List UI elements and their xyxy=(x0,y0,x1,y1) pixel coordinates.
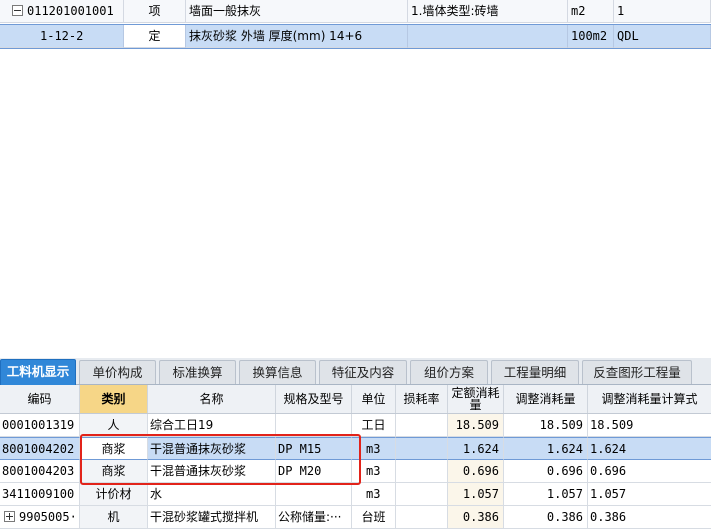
cell-adjusted[interactable]: 18.509 xyxy=(504,414,588,437)
top-unit-cell: m2 xyxy=(568,0,614,23)
tab-pricing-scheme[interactable]: 组价方案 xyxy=(410,360,488,384)
cell-code: 8001004203 xyxy=(0,460,80,483)
cell-name[interactable]: 干混普通抹灰砂浆 xyxy=(148,437,276,460)
cell-spec[interactable]: 公称储量:··· xyxy=(276,506,352,529)
top-qty-cell: QDL xyxy=(614,25,711,48)
cell-formula[interactable]: 18.509 xyxy=(588,414,711,437)
col-adjusted[interactable]: 调整消耗量 xyxy=(504,385,588,413)
cell-unit: m3 xyxy=(352,460,396,483)
cell-loss[interactable] xyxy=(396,483,448,506)
cell-name[interactable]: 水 xyxy=(148,483,276,506)
tab-standard-conversion[interactable]: 标准换算 xyxy=(159,360,236,384)
top-qty-cell: 1 xyxy=(614,0,711,23)
cell-formula[interactable]: 0.696 xyxy=(588,460,711,483)
col-unit[interactable]: 单位 xyxy=(352,385,396,413)
tab-features[interactable]: 特征及内容 xyxy=(319,360,407,384)
tab-unit-price[interactable]: 单价构成 xyxy=(79,360,156,384)
cell-formula[interactable]: 0.386 xyxy=(588,506,711,529)
top-unit-cell: 100m2 xyxy=(568,25,614,48)
top-name-cell: 墙面一般抹灰 xyxy=(186,0,408,23)
cell-quota: 18.509 xyxy=(448,414,504,437)
cell-adjusted[interactable]: 1.624 xyxy=(504,437,588,460)
tab-reverse-lookup[interactable]: 反查图形工程量 xyxy=(582,360,692,384)
cell-spec[interactable] xyxy=(276,483,352,506)
table-row[interactable]: 8001004203 商浆 干混普通抹灰砂浆 DP M20 m3 0.696 0… xyxy=(0,460,711,483)
cell-name[interactable]: 干混砂浆罐式搅拌机 xyxy=(148,506,276,529)
top-type-cell: 项 xyxy=(124,0,186,23)
col-type[interactable]: 类别 xyxy=(80,385,148,413)
cell-formula[interactable]: 1.057 xyxy=(588,483,711,506)
cell-unit: 台班 xyxy=(352,506,396,529)
cell-spec[interactable]: DP M20 xyxy=(276,460,352,483)
top-code-cell: 1-12-2 xyxy=(0,25,124,48)
cell-quota: 1.624 xyxy=(448,437,504,460)
expand-icon[interactable] xyxy=(4,511,15,522)
cell-quota: 0.386 xyxy=(448,506,504,529)
cell-name[interactable]: 干混普通抹灰砂浆 xyxy=(148,460,276,483)
tab-bar: 工料机显示 单价构成 标准换算 换算信息 特征及内容 组价方案 工程量明细 反查… xyxy=(0,358,711,385)
cell-type[interactable]: 商浆 xyxy=(80,437,148,460)
cell-unit: 工日 xyxy=(352,414,396,437)
table-row[interactable]: 0001001319 人 综合工日19 工日 18.509 18.509 18.… xyxy=(0,414,711,437)
top-row-item[interactable]: 011201001001 项 墙面一般抹灰 1.墙体类型:砖墙 m2 1 xyxy=(0,0,711,23)
top-name-cell: 抹灰砂浆 外墙 厚度(mm) 14+6 xyxy=(186,25,408,48)
top-feature-cell: 1.墙体类型:砖墙 xyxy=(408,0,568,23)
cell-name[interactable]: 综合工日19 xyxy=(148,414,276,437)
top-code-cell: 011201001001 xyxy=(0,0,124,23)
cell-unit: m3 xyxy=(352,483,396,506)
table-row-selected[interactable]: 8001004202 商浆 干混普通抹灰砂浆 DP M15 m3 1.624 1… xyxy=(0,437,711,460)
col-quota-line2: 量 xyxy=(469,398,482,412)
col-formula[interactable]: 调整消耗量计算式 xyxy=(588,385,711,413)
cell-code: 0001001319 xyxy=(0,414,80,437)
cell-code: 9905005··· xyxy=(0,506,80,529)
table-row[interactable]: 3411009100 计价材 水 m3 1.057 1.057 1.057 xyxy=(0,483,711,506)
cell-type[interactable]: 人 xyxy=(80,414,148,437)
cell-spec[interactable]: DP M15 xyxy=(276,437,352,460)
cell-adjusted[interactable]: 0.696 xyxy=(504,460,588,483)
collapse-icon[interactable] xyxy=(12,5,23,16)
cell-formula[interactable]: 1.624 xyxy=(588,437,711,460)
cell-code: 3411009100 xyxy=(0,483,80,506)
top-row-quota[interactable]: 1-12-2 定 抹灰砂浆 外墙 厚度(mm) 14+6 100m2 QDL xyxy=(0,24,711,49)
tab-conversion-info[interactable]: 换算信息 xyxy=(239,360,316,384)
cell-type[interactable]: 商浆 xyxy=(80,460,148,483)
tab-labor-material-machine[interactable]: 工料机显示 xyxy=(0,359,76,385)
col-name[interactable]: 名称 xyxy=(148,385,276,413)
cell-loss[interactable] xyxy=(396,437,448,460)
cell-quota: 0.696 xyxy=(448,460,504,483)
top-code: 011201001001 xyxy=(27,4,114,18)
cell-spec[interactable] xyxy=(276,414,352,437)
col-code[interactable]: 编码 xyxy=(0,385,80,413)
cell-quota: 1.057 xyxy=(448,483,504,506)
table-row[interactable]: 9905005··· 机 干混砂浆罐式搅拌机 公称储量:··· 台班 0.386… xyxy=(0,506,711,529)
cell-type[interactable]: 机 xyxy=(80,506,148,529)
cell-loss[interactable] xyxy=(396,460,448,483)
top-feature-cell xyxy=(408,25,568,48)
cell-loss[interactable] xyxy=(396,506,448,529)
col-loss[interactable]: 损耗率 xyxy=(396,385,448,413)
top-type-cell[interactable]: 定 xyxy=(124,25,186,48)
cell-code: 8001004202 xyxy=(0,437,80,460)
cell-unit: m3 xyxy=(352,437,396,460)
grid-header: 编码 类别 名称 规格及型号 单位 损耗率 定额消耗 量 调整消耗量 调整消耗量… xyxy=(0,385,711,414)
cell-type[interactable]: 计价材 xyxy=(80,483,148,506)
cell-loss[interactable] xyxy=(396,414,448,437)
cell-code-text: 9905005··· xyxy=(19,510,79,524)
tab-quantity-detail[interactable]: 工程量明细 xyxy=(491,360,579,384)
cell-adjusted[interactable]: 0.386 xyxy=(504,506,588,529)
cell-adjusted[interactable]: 1.057 xyxy=(504,483,588,506)
col-quota[interactable]: 定额消耗 量 xyxy=(448,385,504,413)
col-spec[interactable]: 规格及型号 xyxy=(276,385,352,413)
